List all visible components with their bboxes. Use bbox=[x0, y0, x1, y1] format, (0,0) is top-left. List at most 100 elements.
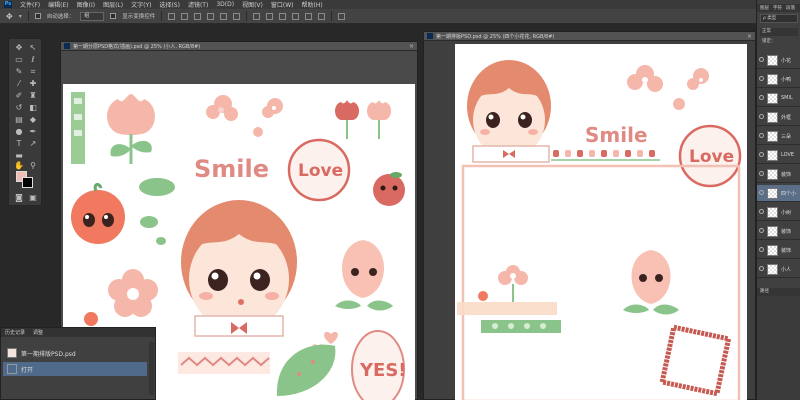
layer-row-selected[interactable]: 四个小 bbox=[757, 185, 800, 202]
layer-row[interactable]: 小人 bbox=[757, 261, 800, 278]
dodge-tool-icon[interactable]: ● bbox=[13, 127, 25, 137]
tab-history[interactable]: 历史记录 bbox=[5, 329, 25, 336]
distribute-left-icon[interactable] bbox=[292, 12, 300, 20]
marquee-tool-icon[interactable]: ▭ bbox=[13, 55, 25, 65]
blend-mode-dropdown[interactable]: 正常 bbox=[760, 28, 798, 36]
canvas-right[interactable]: Smile Love bbox=[455, 44, 747, 400]
visibility-eye-icon[interactable] bbox=[759, 57, 764, 62]
layer-row[interactable]: 外框 bbox=[757, 109, 800, 126]
hand-tool-icon[interactable]: ✋ bbox=[13, 161, 25, 171]
visibility-eye-icon[interactable] bbox=[759, 114, 764, 119]
artboard-tool-icon[interactable]: ↖ bbox=[27, 43, 39, 53]
visibility-eye-icon[interactable] bbox=[759, 266, 764, 271]
layer-filter-dropdown[interactable]: ρ 类型 bbox=[760, 14, 798, 23]
menu-window[interactable]: 窗口(W) bbox=[271, 0, 294, 9]
layer-row[interactable]: 装饰 bbox=[757, 242, 800, 259]
show-transform-checkbox[interactable] bbox=[110, 13, 117, 19]
layer-thumbnail bbox=[767, 112, 778, 123]
layer-row[interactable]: 小树 bbox=[757, 204, 800, 221]
layer-row[interactable]: LOVE bbox=[757, 147, 800, 164]
visibility-eye-icon[interactable] bbox=[759, 228, 764, 233]
move-tool-icon[interactable]: ✥ bbox=[13, 43, 25, 53]
layer-row[interactable]: 装饰 bbox=[757, 223, 800, 240]
quick-select-tool-icon[interactable]: ✎ bbox=[13, 67, 25, 77]
distribute-right-icon[interactable] bbox=[318, 12, 326, 20]
layer-row[interactable]: 装饰 bbox=[757, 166, 800, 183]
menu-file[interactable]: 文件(F) bbox=[20, 0, 40, 9]
layer-row[interactable]: 小鸭 bbox=[757, 71, 800, 88]
visibility-eye-icon[interactable] bbox=[759, 152, 764, 157]
visibility-eye-icon[interactable] bbox=[759, 95, 764, 100]
eraser-tool-icon[interactable]: ◧ bbox=[27, 103, 39, 113]
crop-tool-icon[interactable]: ⌗ bbox=[27, 67, 39, 77]
menu-help[interactable]: 帮助(H) bbox=[302, 0, 323, 9]
layer-row[interactable]: 三朵 bbox=[757, 128, 800, 145]
tab-layers[interactable]: 图层 bbox=[760, 5, 769, 11]
path-select-tool-icon[interactable]: ↗ bbox=[27, 139, 39, 149]
menu-select[interactable]: 选择(S) bbox=[159, 0, 180, 9]
align-bottom-icon[interactable] bbox=[194, 12, 202, 20]
screen-mode-icon[interactable]: ▣ bbox=[27, 193, 39, 203]
type-tool-icon[interactable]: T bbox=[13, 139, 25, 149]
divider bbox=[161, 11, 163, 21]
auto-align-icon[interactable] bbox=[338, 12, 346, 20]
align-center-icon[interactable] bbox=[220, 12, 228, 20]
shape-tool-icon[interactable]: ▬ bbox=[13, 151, 25, 161]
close-icon[interactable]: × bbox=[409, 43, 414, 50]
tab-paragraph[interactable]: 段落 bbox=[786, 5, 795, 11]
history-scrollbar[interactable] bbox=[149, 342, 154, 395]
menu-filter[interactable]: 滤镜(T) bbox=[188, 0, 208, 9]
tab-paths[interactable]: 路径 bbox=[757, 288, 800, 296]
stamp-tool-icon[interactable]: ♜ bbox=[27, 91, 39, 101]
align-middle-icon[interactable] bbox=[181, 12, 189, 20]
history-step-icon bbox=[7, 364, 17, 374]
layer-row[interactable]: SMIL bbox=[757, 90, 800, 107]
menu-edit[interactable]: 编辑(E) bbox=[48, 0, 68, 9]
distribute-middle-icon[interactable] bbox=[266, 12, 274, 20]
history-brush-tool-icon[interactable]: ↺ bbox=[13, 103, 25, 113]
pen-tool-icon[interactable]: ✒ bbox=[27, 127, 39, 137]
align-top-icon[interactable] bbox=[168, 12, 176, 20]
history-snapshot-row[interactable]: 第一期排版PSD.psd bbox=[3, 346, 147, 360]
blur-tool-icon[interactable]: ◆ bbox=[27, 115, 39, 125]
document-tab-right[interactable]: 第一期排版PSD.psd @ 25% (四个小花花, RGB/8#) × bbox=[424, 32, 755, 41]
distribute-center-icon[interactable] bbox=[305, 12, 313, 20]
visibility-eye-icon[interactable] bbox=[759, 133, 764, 138]
auto-select-checkbox[interactable] bbox=[34, 13, 41, 19]
healing-tool-icon[interactable]: ✚ bbox=[27, 79, 39, 89]
menu-layer[interactable]: 图层(L) bbox=[103, 0, 123, 9]
tab-character[interactable]: 字符 bbox=[773, 5, 782, 11]
distribute-bottom-icon[interactable] bbox=[279, 12, 287, 20]
history-step-row[interactable]: 打开 bbox=[3, 362, 147, 376]
visibility-eye-icon[interactable] bbox=[759, 171, 764, 176]
menu-view[interactable]: 视图(V) bbox=[242, 0, 263, 9]
layer-row[interactable]: 小花 bbox=[757, 52, 800, 69]
menu-image[interactable]: 图像(I) bbox=[77, 0, 95, 9]
visibility-eye-icon[interactable] bbox=[759, 247, 764, 252]
menu-type[interactable]: 文字(Y) bbox=[131, 0, 151, 9]
close-icon[interactable]: × bbox=[747, 33, 752, 40]
align-right-icon[interactable] bbox=[233, 12, 241, 20]
move-tool-icon[interactable]: ✥ bbox=[6, 12, 13, 21]
tab-adjustments[interactable]: 调整 bbox=[33, 329, 43, 336]
visibility-eye-icon[interactable] bbox=[759, 209, 764, 214]
gradient-tool-icon[interactable]: ▤ bbox=[13, 115, 25, 125]
menu-3d[interactable]: 3D(D) bbox=[216, 1, 234, 8]
snapshot-thumbnail bbox=[7, 348, 17, 358]
background-color-swatch[interactable] bbox=[22, 177, 33, 188]
layer-name: 小人 bbox=[781, 267, 792, 273]
lasso-tool-icon[interactable]: ℓ bbox=[27, 55, 39, 65]
brush-tool-icon[interactable]: ✐ bbox=[13, 91, 25, 101]
visibility-eye-icon[interactable] bbox=[759, 190, 764, 195]
eyedropper-tool-icon[interactable]: ⁄ bbox=[13, 79, 25, 89]
zoom-tool-icon[interactable]: ⚲ bbox=[27, 161, 39, 171]
distribute-top-icon[interactable] bbox=[253, 12, 261, 20]
tool-preset-dropdown-icon[interactable]: ▾ bbox=[19, 13, 22, 20]
quick-mask-icon[interactable]: ◙ bbox=[13, 193, 25, 203]
document-tab-left[interactable]: 第一期分层PSD格式(插画).psd @ 25% (小人, RGB/8#) × bbox=[61, 42, 417, 51]
visibility-eye-icon[interactable] bbox=[759, 76, 764, 81]
auto-select-dropdown[interactable]: 组 bbox=[80, 11, 105, 21]
layers-panel: 图层 字符 段落 ρ 类型 正常 锁定： 小花 小鸭 SMIL 外框 三朵 LO… bbox=[756, 0, 800, 400]
layer-thumbnail bbox=[767, 245, 778, 256]
align-left-icon[interactable] bbox=[207, 12, 215, 20]
